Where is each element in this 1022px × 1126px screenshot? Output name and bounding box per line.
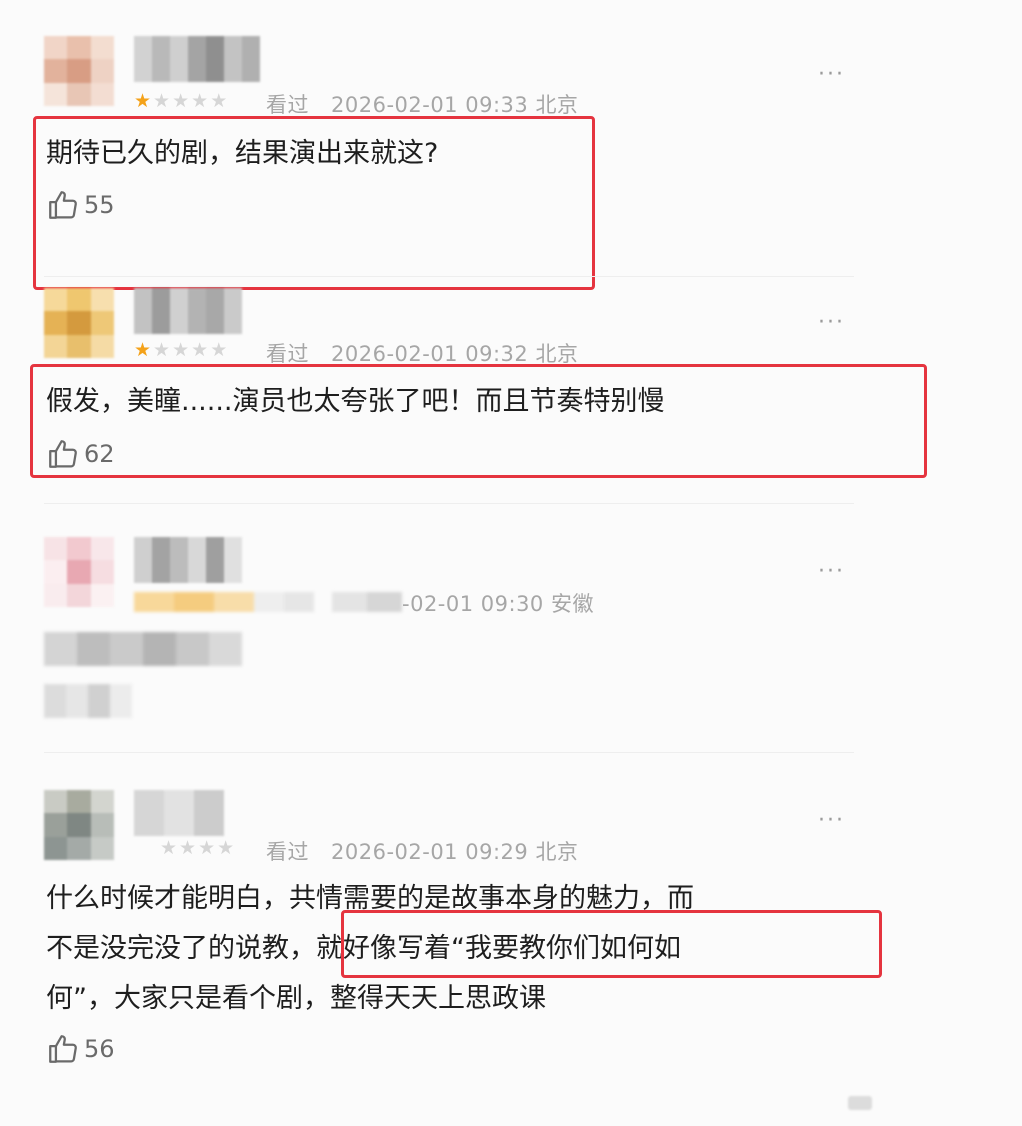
avatar[interactable] <box>44 288 114 358</box>
star-icon: ★ <box>191 339 209 361</box>
username-blurred[interactable] <box>134 537 242 583</box>
comment-meta: 看过 2026-02-01 09:33 北京 <box>266 89 578 119</box>
likes-blurred <box>44 684 132 718</box>
rating-blurred <box>134 592 314 612</box>
highlight-box <box>30 364 927 478</box>
location: 北京 <box>535 840 579 864</box>
location: 安徽 <box>550 592 594 616</box>
more-options-icon[interactable]: ··· <box>818 312 845 334</box>
comment-text-line: 何”，大家只是看个剧，整得天天上思政课 <box>46 983 546 1014</box>
timestamp: -02-01 09:30 <box>402 592 544 616</box>
highlight-box <box>33 116 595 290</box>
more-options-icon[interactable]: ··· <box>818 810 845 832</box>
more-options-icon[interactable]: ··· <box>818 561 845 583</box>
timestamp: 2026-02-01 09:29 <box>331 840 529 864</box>
avatar[interactable] <box>44 790 114 860</box>
star-icon: ★ <box>210 90 228 112</box>
comment-meta: 看过 2026-02-01 09:29 北京 <box>266 836 578 866</box>
meta-blurred <box>332 592 402 612</box>
star-icon: ★ <box>160 837 178 859</box>
rating-stars: ★ ★ ★ ★ ★ <box>134 339 227 361</box>
watched-label: 看过 <box>266 840 309 864</box>
like-button[interactable]: 56 <box>46 1032 115 1066</box>
avatar[interactable] <box>44 537 114 607</box>
thumbs-up-icon <box>49 1035 77 1063</box>
watched-label: 看过 <box>266 93 309 117</box>
star-icon: ★ <box>134 339 152 361</box>
star-icon: ★ <box>153 339 171 361</box>
star-icon: ★ <box>191 90 209 112</box>
comment-text-blurred <box>44 632 242 666</box>
comment-meta: -02-01 09:30 安徽 <box>402 588 594 618</box>
star-icon: ★ <box>198 837 216 859</box>
watched-label: 看过 <box>266 342 309 366</box>
star-icon: ★ <box>172 339 190 361</box>
timestamp: 2026-02-01 09:32 <box>331 342 529 366</box>
rating-stars: ★ ★ ★ ★ ★ <box>134 90 227 112</box>
more-options-icon[interactable]: ··· <box>818 64 845 86</box>
highlight-box <box>341 910 882 978</box>
divider <box>44 752 854 753</box>
star-icon: ★ <box>179 837 197 859</box>
star-icon: ★ <box>217 837 235 859</box>
star-icon: ★ <box>210 339 228 361</box>
watermark-blurred <box>848 1096 872 1110</box>
username-blurred[interactable] <box>134 288 242 334</box>
location: 北京 <box>535 342 579 366</box>
like-count: 56 <box>84 1035 115 1063</box>
location: 北京 <box>535 93 579 117</box>
avatar[interactable] <box>44 36 114 106</box>
star-icon: ★ <box>153 90 171 112</box>
divider <box>44 276 854 277</box>
divider <box>44 503 854 504</box>
rating-stars: ★ ★ ★ ★ <box>160 837 234 859</box>
star-icon: ★ <box>172 90 190 112</box>
timestamp: 2026-02-01 09:33 <box>331 93 529 117</box>
username-blurred[interactable] <box>134 36 260 82</box>
username-blurred[interactable] <box>134 790 224 836</box>
star-icon: ★ <box>134 90 152 112</box>
